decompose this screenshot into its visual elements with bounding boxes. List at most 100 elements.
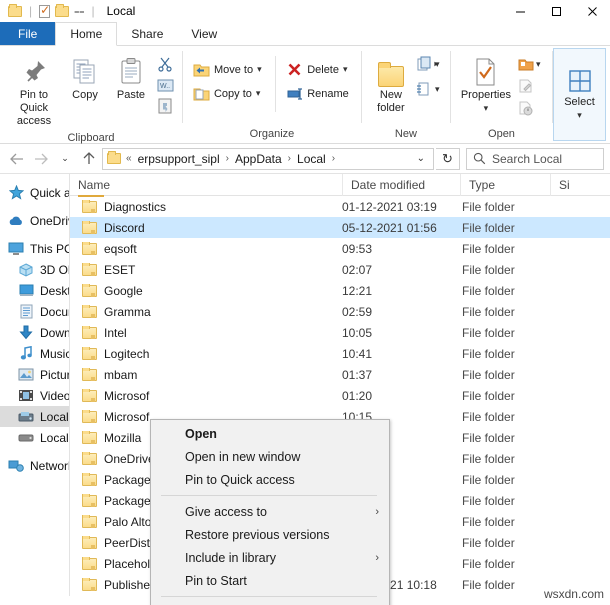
rename-button[interactable]: Rename [282,83,355,104]
column-header-date-modified[interactable]: Date modified [342,174,460,196]
sidebar-item-quick-access[interactable]: Quick access [0,182,69,203]
easy-access-button[interactable]: ▾ [414,79,444,99]
cut-button[interactable] [154,54,176,74]
properties-button[interactable]: Properties ▾ [457,50,515,118]
minimize-button[interactable] [502,0,538,22]
properties-chevron-down-icon[interactable]: ▾ [484,102,489,115]
qat-chevron-down-icon[interactable]: ⩵ [74,6,84,17]
tab-home[interactable]: Home [55,22,118,46]
sidebar-item-music[interactable]: Music [0,343,69,364]
context-menu-item-send-to[interactable]: Send to › [151,601,389,605]
sidebar-item-documents[interactable]: Documents [0,301,69,322]
breadcrumb-sep-3[interactable]: › [332,153,335,164]
table-row[interactable]: Gramma 02:59 File folder [70,301,610,322]
context-menu-item-pin-to-start[interactable]: Pin to Start [151,569,389,592]
paste-shortcut-button[interactable] [154,96,176,116]
table-row[interactable]: Diagnostics 01-12-2021 03:19 File folder [70,196,610,217]
paste-button[interactable]: Paste [108,50,154,105]
chevron-right-icon: › [375,505,379,518]
sidebar-item-this-pc[interactable]: This PC [0,238,69,259]
row-type-cell: File folder [462,514,515,529]
breadcrumb-appdata[interactable]: AppData [232,151,285,167]
row-type-cell: File folder [462,346,515,361]
breadcrumb-sep-2[interactable]: › [288,153,291,164]
breadcrumb-local[interactable]: Local [294,151,329,167]
paste-label: Paste [116,89,146,101]
edit-button[interactable] [515,76,537,96]
sidebar-item-downloads[interactable]: Downloads [0,322,69,343]
refresh-button[interactable]: ↻ [436,147,460,170]
new-folder-button[interactable]: New folder [368,50,414,118]
new-item-button[interactable]: ▾ [414,54,444,74]
column-header-size[interactable]: Si [550,174,610,196]
copy-to-button[interactable]: Copy to ▾ [189,83,273,104]
move-to-button[interactable]: Move to ▾ [189,59,273,80]
copy-path-button[interactable]: W.. [154,75,176,95]
address-input[interactable]: « erpsupport_sipl › AppData › Local › ⌄ [102,147,434,170]
row-type-cell: File folder [462,556,515,571]
sidebar-item-network[interactable]: Network [0,455,69,476]
tab-view[interactable]: View [177,22,231,45]
select-chevron-down-icon[interactable]: ▾ [577,109,582,122]
back-button[interactable] [6,148,28,170]
sidebar-item-local-disk-d[interactable]: Local Disk (D:) [0,427,69,448]
sidebar-item-desktop[interactable]: Desktop [0,280,69,301]
table-row[interactable]: ESET 02:07 File folder [70,259,610,280]
up-button[interactable] [78,148,100,170]
context-menu-item-pin-to-quick-access[interactable]: Pin to Quick access [151,468,389,491]
table-row[interactable]: Discord 05-12-2021 01:56 File folder [70,217,610,238]
new-folder-icon[interactable] [55,3,70,17]
tab-share[interactable]: Share [117,22,177,45]
sidebar-item-onedrive[interactable]: OneDrive [0,210,69,231]
properties-icon[interactable] [39,3,50,18]
open-with-button[interactable]: ▾ [515,54,545,74]
close-button[interactable] [574,0,610,22]
column-header-type[interactable]: Type [460,174,550,196]
copy-to-chevron-down-icon[interactable]: ▾ [256,88,261,99]
column-headers: Name ^ Date modified Type Si [70,174,610,197]
context-menu-item-open[interactable]: Open [151,422,389,445]
row-date-cell: 02:59 [342,304,373,319]
row-name-text: Microsof [104,409,150,424]
move-to-chevron-down-icon[interactable]: ▾ [257,64,262,75]
folder-icon [82,409,97,423]
forward-button[interactable] [30,148,52,170]
table-row[interactable]: Google 12:21 File folder [70,280,610,301]
sidebar-item-videos[interactable]: Videos [0,385,69,406]
folder-icon [82,514,97,528]
context-menu-item-open-in-new-window[interactable]: Open in new window [151,445,389,468]
copy-button[interactable]: Copy [62,50,108,105]
tab-file[interactable]: File [0,22,56,45]
delete-button[interactable]: Delete ▾ [282,59,355,80]
table-row[interactable]: Logitech 10:41 File folder [70,343,610,364]
sidebar-item-pictures[interactable]: Pictures [0,364,69,385]
ribbon-group-select[interactable]: Select ▾ [553,48,607,141]
table-row[interactable]: Intel 10:05 File folder [70,322,610,343]
table-row[interactable]: eqsoft 09:53 File folder [70,238,610,259]
search-box[interactable]: Search Local [466,147,604,170]
row-name-text: Intel [104,325,127,340]
table-row[interactable]: Microsof 01:20 File folder [70,385,610,406]
select-button[interactable]: Select ▾ [557,57,603,125]
context-menu-item-give-access-to[interactable]: Give access to › [151,500,389,523]
table-row[interactable]: mbam 01:37 File folder [70,364,610,385]
breadcrumb-sep-1[interactable]: › [226,153,229,164]
delete-chevron-down-icon[interactable]: ▾ [343,64,348,75]
column-header-name[interactable]: Name ^ [70,174,342,197]
history-button[interactable] [515,98,537,118]
pin-to-quick-access-button[interactable]: Pin to Quick access [6,50,62,131]
maximize-button[interactable] [538,0,574,22]
window-controls [502,0,610,22]
row-name-text: Package [104,472,151,487]
svg-text:▾: ▾ [435,59,440,69]
recent-locations-button[interactable]: ⌄ [54,148,76,170]
organize-inner-divider [275,56,277,112]
context-menu-item-restore-previous-versions[interactable]: Restore previous versions [151,523,389,546]
context-menu-item-include-in-library[interactable]: Include in library › [151,546,389,569]
sidebar-item-3d-objects[interactable]: 3D Objects [0,259,69,280]
address-chevron-down-icon[interactable]: ⌄ [417,153,429,164]
sidebar-item-local-disk-c[interactable]: Local Disk (C:) [0,406,69,427]
folder-icon[interactable] [8,3,22,17]
breadcrumb-user[interactable]: erpsupport_sipl [135,151,223,167]
row-type-cell: File folder [462,283,515,298]
